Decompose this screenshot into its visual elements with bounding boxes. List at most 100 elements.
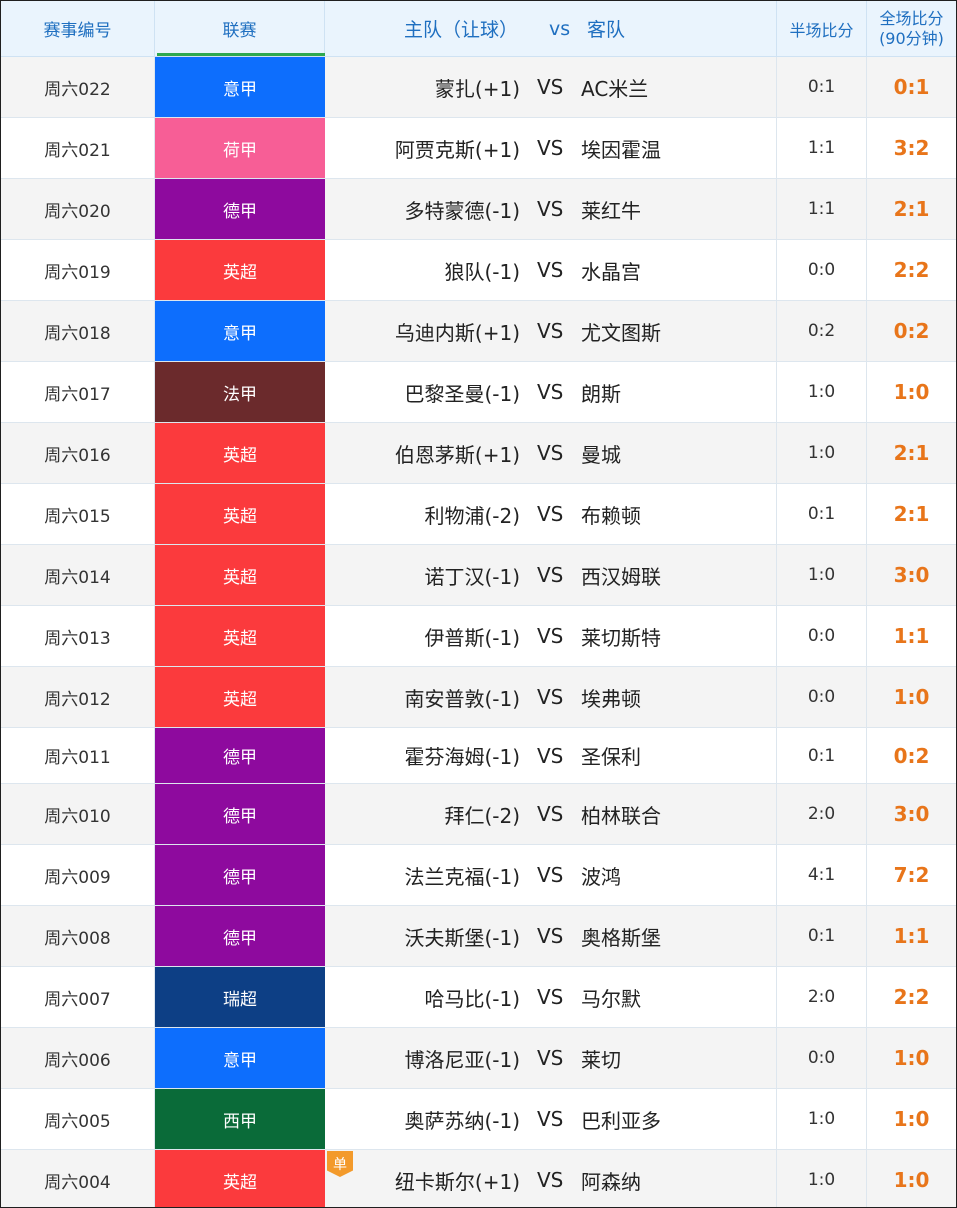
table-row[interactable]: 周六011 德甲 霍芬海姆(-1) VS 圣保利 0:1 0:2 — [1, 728, 956, 784]
match-teams[interactable]: 霍芬海姆(-1) VS 圣保利 — [325, 728, 777, 783]
match-id: 周六019 — [1, 240, 155, 300]
home-team: 诺丁汉(-1) — [424, 564, 520, 589]
league-badge[interactable]: 德甲 — [155, 728, 325, 783]
match-teams[interactable]: 纽卡斯尔(+1) VS 阿森纳 — [325, 1150, 777, 1207]
league-badge[interactable]: 法甲 — [155, 362, 325, 422]
vs-label: VS — [537, 743, 564, 768]
league-badge[interactable]: 德甲 — [155, 845, 325, 905]
half-time-score: 1:1 — [777, 118, 867, 178]
match-teams[interactable]: 巴黎圣曼(-1) VS 朗斯 — [325, 362, 777, 422]
vs-label: VS — [537, 319, 564, 343]
match-results-table: 赛事编号 联赛 主队（让球） vs 客队 半场比分 全场比分 (90分钟) 周六… — [0, 0, 957, 1208]
vs-label: VS — [537, 380, 564, 404]
table-row[interactable]: 周六012 英超 南安普敦(-1) VS 埃弗顿 0:0 1:0 — [1, 667, 956, 728]
match-id: 周六004 — [1, 1150, 155, 1207]
header-full-score: 全场比分 (90分钟) — [867, 1, 956, 56]
match-teams[interactable]: 狼队(-1) VS 水晶宫 — [325, 240, 777, 300]
half-time-score: 1:0 — [777, 1089, 867, 1149]
away-team: AC米兰 — [581, 76, 649, 101]
match-teams[interactable]: 多特蒙德(-1) VS 莱红牛 — [325, 179, 777, 239]
full-time-score: 1:0 — [893, 380, 930, 404]
league-badge[interactable]: 英超 — [155, 240, 325, 300]
vs-label: VS — [537, 1168, 564, 1192]
match-id: 周六022 — [1, 57, 155, 117]
table-row[interactable]: 周六008 德甲 沃夫斯堡(-1) VS 奥格斯堡 0:1 1:1 — [1, 906, 956, 967]
league-badge[interactable]: 德甲 — [155, 784, 325, 844]
league-badge[interactable]: 德甲 — [155, 906, 325, 966]
match-teams[interactable]: 奥萨苏纳(-1) VS 巴利亚多 — [325, 1089, 777, 1149]
match-id: 周六014 — [1, 545, 155, 605]
table-row[interactable]: 周六010 德甲 拜仁(-2) VS 柏林联合 2:0 3:0 — [1, 784, 956, 845]
home-team: 狼队(-1) — [444, 259, 520, 284]
match-id: 周六012 — [1, 667, 155, 727]
away-team: 莱切斯特 — [581, 625, 661, 650]
table-row[interactable]: 周六019 英超 狼队(-1) VS 水晶宫 0:0 2:2 — [1, 240, 956, 301]
match-teams[interactable]: 利物浦(-2) VS 布赖顿 — [325, 484, 777, 544]
match-teams[interactable]: 蒙扎(+1) VS AC米兰 — [325, 57, 777, 117]
league-badge[interactable]: 意甲 — [155, 57, 325, 117]
league-badge[interactable]: 英超 — [155, 423, 325, 483]
league-badge[interactable]: 英超 — [155, 1150, 325, 1207]
half-time-score: 4:1 — [777, 845, 867, 905]
match-teams[interactable]: 阿贾克斯(+1) VS 埃因霍温 — [325, 118, 777, 178]
league-badge[interactable]: 瑞超 — [155, 967, 325, 1027]
match-teams[interactable]: 诺丁汉(-1) VS 西汉姆联 — [325, 545, 777, 605]
away-team: 水晶宫 — [581, 259, 641, 284]
full-time-score: 3:0 — [893, 802, 930, 826]
match-teams[interactable]: 南安普敦(-1) VS 埃弗顿 — [325, 667, 777, 727]
league-badge[interactable]: 英超 — [155, 484, 325, 544]
table-row[interactable]: 周六004 英超 纽卡斯尔(+1) VS 阿森纳 1:0 1:0 — [1, 1150, 956, 1207]
match-id: 周六018 — [1, 301, 155, 361]
match-teams[interactable]: 哈马比(-1) VS 马尔默 — [325, 967, 777, 1027]
table-row[interactable]: 周六017 法甲 巴黎圣曼(-1) VS 朗斯 1:0 1:0 — [1, 362, 956, 423]
table-row[interactable]: 周六009 德甲 法兰克福(-1) VS 波鸿 4:1 7:2 — [1, 845, 956, 906]
full-time-score: 2:1 — [893, 502, 930, 526]
home-team: 阿贾克斯(+1) — [394, 137, 520, 162]
match-id: 周六006 — [1, 1028, 155, 1088]
half-time-score: 0:1 — [777, 906, 867, 966]
match-teams[interactable]: 伊普斯(-1) VS 莱切斯特 — [325, 606, 777, 666]
table-row[interactable]: 周六005 西甲 奥萨苏纳(-1) VS 巴利亚多 1:0 1:0 — [1, 1089, 956, 1150]
table-row[interactable]: 周六013 英超 伊普斯(-1) VS 莱切斯特 0:0 1:1 — [1, 606, 956, 667]
league-badge[interactable]: 英超 — [155, 667, 325, 727]
league-badge[interactable]: 德甲 — [155, 179, 325, 239]
match-teams[interactable]: 沃夫斯堡(-1) VS 奥格斯堡 — [325, 906, 777, 966]
table-row[interactable]: 周六021 荷甲 阿贾克斯(+1) VS 埃因霍温 1:1 3:2 — [1, 118, 956, 179]
away-team: 朗斯 — [581, 381, 621, 406]
half-time-score: 0:0 — [777, 606, 867, 666]
table-header: 赛事编号 联赛 主队（让球） vs 客队 半场比分 全场比分 (90分钟) — [1, 1, 956, 57]
table-row[interactable]: 周六022 意甲 蒙扎(+1) VS AC米兰 0:1 0:1 — [1, 57, 956, 118]
home-team: 法兰克福(-1) — [404, 864, 520, 889]
header-league[interactable]: 联赛 — [155, 1, 325, 56]
league-badge[interactable]: 意甲 — [155, 1028, 325, 1088]
table-row[interactable]: 周六007 瑞超 哈马比(-1) VS 马尔默 2:0 2:2 — [1, 967, 956, 1028]
league-badge[interactable]: 英超 — [155, 606, 325, 666]
header-home-team: 主队（让球） — [403, 19, 518, 41]
table-row[interactable]: 周六006 意甲 博洛尼亚(-1) VS 莱切 0:0 1:0 — [1, 1028, 956, 1089]
match-teams[interactable]: 乌迪内斯(+1) VS 尤文图斯 — [325, 301, 777, 361]
full-time-score: 0:2 — [893, 743, 930, 768]
half-time-score: 1:0 — [777, 362, 867, 422]
match-teams[interactable]: 博洛尼亚(-1) VS 莱切 — [325, 1028, 777, 1088]
vs-label: VS — [537, 685, 564, 709]
home-team: 巴黎圣曼(-1) — [404, 381, 520, 406]
league-badge[interactable]: 西甲 — [155, 1089, 325, 1149]
match-teams[interactable]: 伯恩茅斯(+1) VS 曼城 — [325, 423, 777, 483]
table-row[interactable]: 周六018 意甲 乌迪内斯(+1) VS 尤文图斯 0:2 0:2 — [1, 301, 956, 362]
header-match-id[interactable]: 赛事编号 — [1, 1, 155, 56]
vs-label: VS — [537, 1046, 564, 1070]
table-row[interactable]: 周六014 英超 诺丁汉(-1) VS 西汉姆联 1:0 3:0 — [1, 545, 956, 606]
match-id: 周六008 — [1, 906, 155, 966]
table-row[interactable]: 周六020 德甲 多特蒙德(-1) VS 莱红牛 1:1 2:1 — [1, 179, 956, 240]
full-time-score: 3:0 — [893, 563, 930, 587]
vs-label: VS — [537, 563, 564, 587]
match-id: 周六010 — [1, 784, 155, 844]
match-teams[interactable]: 拜仁(-2) VS 柏林联合 — [325, 784, 777, 844]
match-teams[interactable]: 法兰克福(-1) VS 波鸿 — [325, 845, 777, 905]
table-row[interactable]: 周六015 英超 利物浦(-2) VS 布赖顿 0:1 2:1 — [1, 484, 956, 545]
league-badge[interactable]: 意甲 — [155, 301, 325, 361]
half-time-score: 1:0 — [777, 1150, 867, 1207]
table-row[interactable]: 周六016 英超 伯恩茅斯(+1) VS 曼城 1:0 2:1 — [1, 423, 956, 484]
league-badge[interactable]: 荷甲 — [155, 118, 325, 178]
league-badge[interactable]: 英超 — [155, 545, 325, 605]
